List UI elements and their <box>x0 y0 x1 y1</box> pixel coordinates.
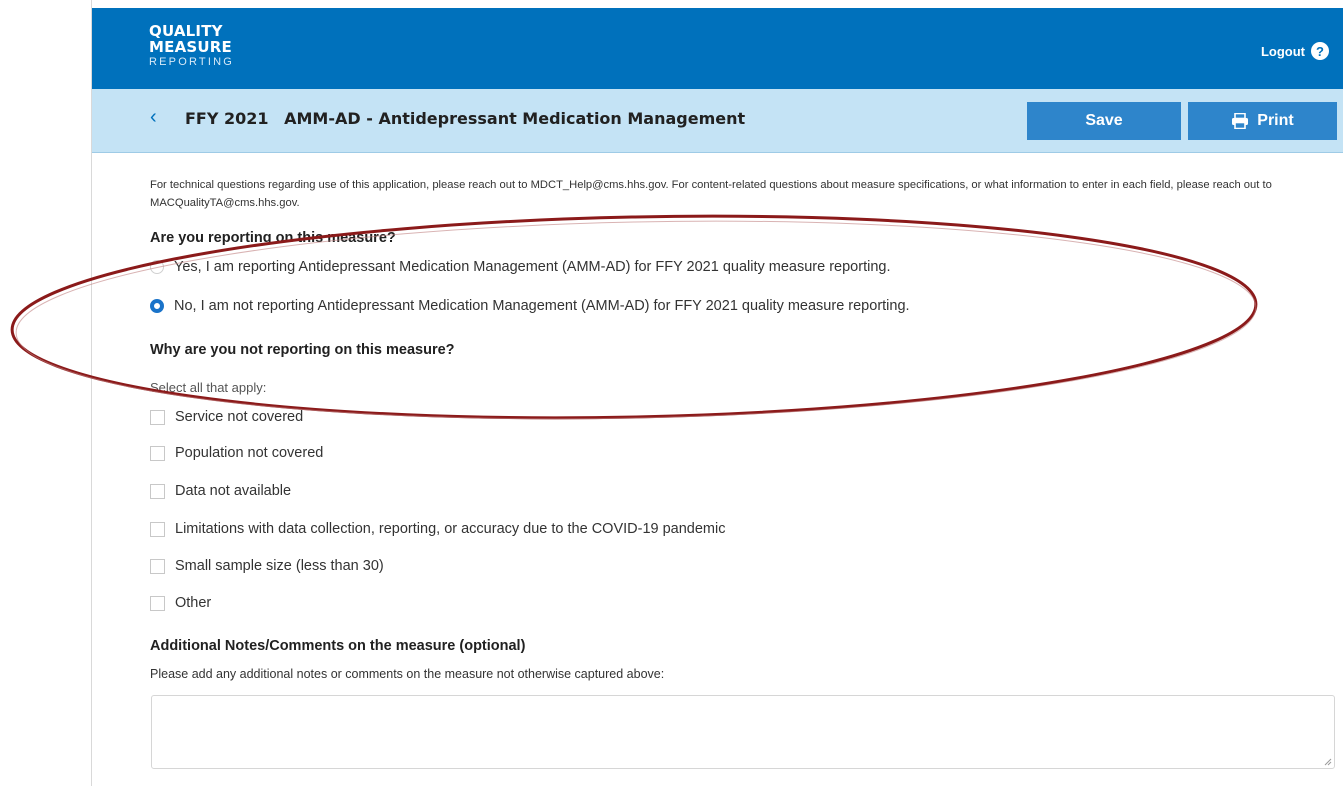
radio-yes-button[interactable] <box>150 260 164 274</box>
page-title: FFY 2021 AMM-AD - Antidepressant Medicat… <box>185 109 745 128</box>
checkbox-box[interactable] <box>150 445 165 461</box>
checkbox-covid-limitations[interactable]: Limitations with data collection, report… <box>150 521 725 537</box>
checkbox-population-not-covered[interactable]: Population not covered <box>150 445 323 461</box>
notes-hint: Please add any additional notes or comme… <box>150 667 665 681</box>
checkbox-service-not-covered[interactable]: Service not covered <box>150 409 303 425</box>
app-logo[interactable]: QUALITY MEASURE REPORTING <box>149 23 234 68</box>
logout-link[interactable]: Logout ? <box>1261 42 1329 60</box>
logout-label: Logout <box>1260 43 1305 59</box>
checkbox-label: Limitations with data collection, report… <box>175 521 726 537</box>
why-not-question: Why are you not reporting on this measur… <box>150 342 455 358</box>
checkbox-label: Small sample size (less than 30) <box>175 558 384 574</box>
radio-no-button[interactable] <box>150 299 164 313</box>
logo-line-2: MEASURE <box>149 38 232 56</box>
measure-title: AMM-AD - Antidepressant Medication Manag… <box>284 109 746 128</box>
checkbox-small-sample-size[interactable]: Small sample size (less than 30) <box>150 558 384 574</box>
printer-icon <box>1232 113 1249 129</box>
checkbox-label: Other <box>175 595 212 611</box>
radio-option-yes[interactable]: Yes, I am reporting Antidepressant Medic… <box>150 259 890 275</box>
back-chevron-icon[interactable]: ‹ <box>150 106 157 129</box>
measure-title-bar: ‹ FFY 2021 AMM-AD - Antidepressant Medic… <box>92 89 1343 153</box>
radio-yes-label: Yes, I am reporting Antidepressant Medic… <box>174 259 891 275</box>
checkbox-label: Service not covered <box>175 409 304 425</box>
checkbox-label: Population not covered <box>175 445 324 461</box>
print-button[interactable]: Print <box>1188 102 1337 140</box>
print-button-label: Print <box>1257 112 1294 129</box>
save-button-label: Save <box>1085 112 1123 129</box>
select-all-hint: Select all that apply: <box>150 380 267 395</box>
reporting-question: Are you reporting on this measure? <box>150 230 396 246</box>
notes-textarea[interactable] <box>151 695 1335 769</box>
logo-line-1: QUALITY <box>149 22 223 40</box>
checkbox-other[interactable]: Other <box>150 595 211 611</box>
ffy-label: FFY 2021 <box>185 109 269 128</box>
checkbox-data-not-available[interactable]: Data not available <box>150 483 291 499</box>
save-button[interactable]: Save <box>1027 102 1181 140</box>
checkbox-box[interactable] <box>150 521 165 537</box>
checkbox-box[interactable] <box>150 595 165 611</box>
radio-option-no[interactable]: No, I am not reporting Antidepressant Me… <box>150 298 910 314</box>
radio-no-label: No, I am not reporting Antidepressant Me… <box>174 298 910 314</box>
help-contact-text: For technical questions regarding use of… <box>150 179 1272 209</box>
checkbox-box[interactable] <box>150 409 165 425</box>
logo-line-3: REPORTING <box>149 56 234 68</box>
app-header: QUALITY MEASURE REPORTING Logout ? <box>92 8 1343 89</box>
checkbox-box[interactable] <box>150 483 165 499</box>
resize-grip-icon[interactable] <box>1324 758 1332 766</box>
notes-heading: Additional Notes/Comments on the measure… <box>150 638 526 654</box>
help-icon[interactable]: ? <box>1311 42 1329 60</box>
checkbox-label: Data not available <box>175 483 292 499</box>
checkbox-box[interactable] <box>150 558 165 574</box>
